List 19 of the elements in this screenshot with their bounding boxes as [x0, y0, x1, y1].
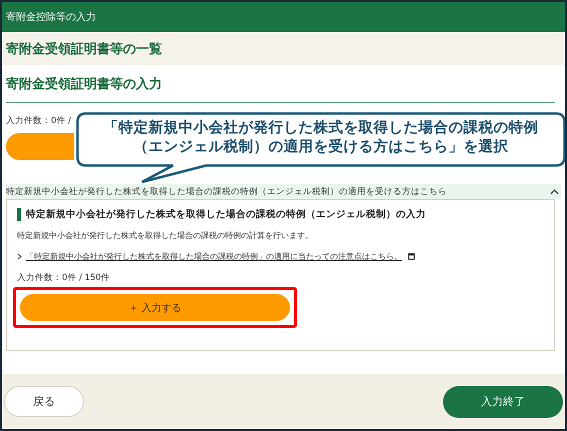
- section-heading: 寄附金受領証明書等の一覧: [6, 40, 162, 58]
- accordion-header[interactable]: 特定新規中小会社が発行した株式を取得した場合の課税の特例（エンジェル税制）の適用を受ける方はこちら: [6, 184, 561, 199]
- finish-button[interactable]: 入力終了: [443, 386, 563, 418]
- entry-count: 入力件数：0件 / 150件: [17, 273, 110, 283]
- callout-text: 「特定新規中小会社が発行した株式を取得した場合の課税の特例 （エンジェル税制）の適用を受ける方はこちら」を選択: [104, 119, 538, 157]
- accordion-title: 特定新規中小会社が発行した株式を取得した場合の課税の特例（エンジェル税制）の適用を受ける方はこちら: [6, 186, 447, 198]
- window-title: 寄附金控除等の入力: [6, 10, 96, 24]
- notes-link[interactable]: 「特定新規中小会社が発行した株式を取得した場合の課税の特例」の適用に当たっての注意点はこちら。: [26, 251, 402, 262]
- back-button[interactable]: 戻る: [4, 386, 84, 417]
- add-button[interactable]: ＋ 入力する: [20, 294, 290, 321]
- chevron-up-icon: [550, 188, 559, 194]
- panel-heading: 特定新規中小会社が発行した株式を取得した場合の課税の特例（エンジェル税制）の入力: [26, 208, 426, 221]
- section-heading: 寄附金受領証明書等の入力: [6, 75, 555, 103]
- heading-marker: [17, 208, 21, 221]
- window-icon: [408, 253, 415, 260]
- add-button[interactable]: [6, 133, 74, 160]
- description-text: 特定新規中小会社が発行した株式を取得した場合の課税の特例の計算を行います。: [17, 230, 314, 241]
- chevron-right-icon: [17, 253, 22, 260]
- entry-count: 入力件数：0件 /: [6, 116, 71, 126]
